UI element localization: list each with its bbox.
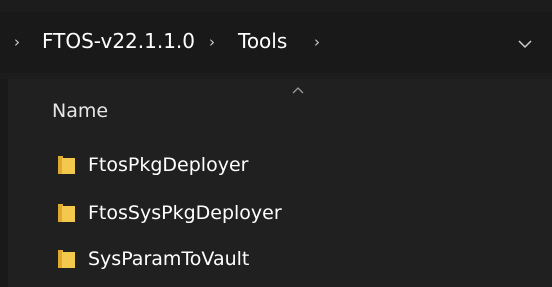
column-header-name[interactable]: Name	[8, 79, 552, 141]
list-item[interactable]: FtosPkgDeployer	[52, 149, 472, 183]
breadcrumb-item-tools[interactable]: Tools	[238, 27, 287, 55]
column-header-label[interactable]: Name	[52, 98, 108, 124]
list-item[interactable]: SysParamToVault	[52, 243, 472, 277]
folder-name: FtosSysPkgDeployer	[88, 202, 282, 224]
chevron-down-icon[interactable]	[515, 36, 535, 52]
list-item[interactable]: FtosSysPkgDeployer	[52, 197, 472, 231]
chevron-right-icon[interactable]: ›	[314, 32, 320, 52]
navigation-pane-edge	[0, 79, 8, 287]
folder-icon	[58, 204, 75, 222]
breadcrumb-item-ftos[interactable]: FTOS-v22.1.1.0	[42, 27, 195, 55]
folder-name: FtosPkgDeployer	[88, 154, 249, 176]
chevron-right-icon[interactable]: ›	[14, 32, 20, 52]
file-list-pane: Name FtosPkgDeployer FtosSysPkgDeployer …	[8, 79, 552, 287]
address-bar: › FTOS-v22.1.1.0 › Tools ›	[0, 0, 552, 79]
sort-ascending-icon	[292, 87, 304, 94]
file-explorer-window: › FTOS-v22.1.1.0 › Tools › Name FtosPkgD…	[0, 0, 552, 287]
chevron-right-icon[interactable]: ›	[209, 32, 215, 52]
folder-name: SysParamToVault	[88, 248, 250, 270]
folder-icon	[58, 250, 75, 268]
folder-icon	[58, 156, 75, 174]
